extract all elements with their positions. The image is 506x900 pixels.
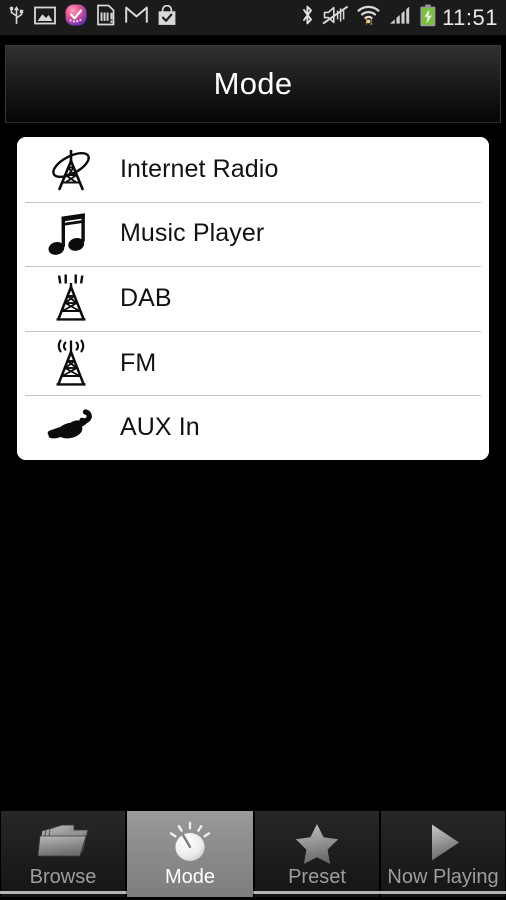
screenshot-image-icon xyxy=(34,6,56,30)
tab-bar-underline-selected-segment xyxy=(126,891,254,894)
dab-tower-icon xyxy=(43,273,99,323)
star-icon xyxy=(291,821,343,865)
tab-label: Mode xyxy=(164,866,216,888)
tab-label: Preset xyxy=(288,866,346,888)
cellular-signal-icon xyxy=(389,5,412,30)
folders-icon xyxy=(36,821,90,865)
mode-list-item-internet-radio[interactable]: Internet Radio xyxy=(17,137,489,202)
mode-list-item-label: Music Player xyxy=(120,219,265,248)
app-update-icon xyxy=(65,4,87,31)
tab-browse[interactable]: Browse xyxy=(0,811,126,897)
status-bar-right-icons xyxy=(300,4,437,32)
mode-list-card: Internet Radio Music Player DAB FM AUX I… xyxy=(17,137,489,460)
status-bar-clock: 11:51 xyxy=(442,4,498,30)
tab-now-playing[interactable]: Now Playing xyxy=(380,811,506,897)
mode-list-item-label: Internet Radio xyxy=(120,154,279,183)
internet-radio-tower-icon xyxy=(43,144,99,194)
play-triangle-icon xyxy=(419,821,467,865)
sound-muted-vibrate-icon xyxy=(322,5,349,30)
play-store-bag-icon xyxy=(157,4,177,31)
wifi-signal-icon xyxy=(356,4,382,31)
status-bar: 11:51 xyxy=(0,0,506,36)
battery-charging-icon xyxy=(419,4,437,32)
gmail-icon xyxy=(125,6,148,29)
sim-card-alert-icon xyxy=(96,4,116,31)
phone-screen: 11:51 Mode Internet Radio Music Player D… xyxy=(0,0,506,900)
mode-list-item-label: AUX In xyxy=(120,413,200,442)
tab-mode[interactable]: Mode xyxy=(126,811,254,897)
mode-list-item-label: FM xyxy=(120,348,157,377)
tab-label: Now Playing xyxy=(387,866,499,888)
title-bar: Mode xyxy=(5,45,501,123)
mode-list-item-music-player[interactable]: Music Player xyxy=(17,201,489,267)
mode-list-item-aux-in[interactable]: AUX In xyxy=(17,395,489,460)
tab-preset[interactable]: Preset xyxy=(254,811,380,897)
fm-tower-icon xyxy=(43,338,99,388)
page-title: Mode xyxy=(213,66,293,101)
knob-dial-icon xyxy=(163,821,217,865)
aux-plug-icon xyxy=(43,403,99,453)
bottom-tab-bar: Browse Mode Preset Now Playing xyxy=(0,808,506,900)
bluetooth-icon xyxy=(300,4,315,31)
usb-icon xyxy=(8,4,25,31)
mode-list-item-fm[interactable]: FM xyxy=(17,330,489,396)
mode-list-item-dab[interactable]: DAB xyxy=(17,266,489,331)
status-bar-left-icons xyxy=(8,4,300,31)
tab-label: Browse xyxy=(29,866,97,888)
mode-list-item-label: DAB xyxy=(120,283,172,312)
music-note-icon xyxy=(43,209,99,259)
